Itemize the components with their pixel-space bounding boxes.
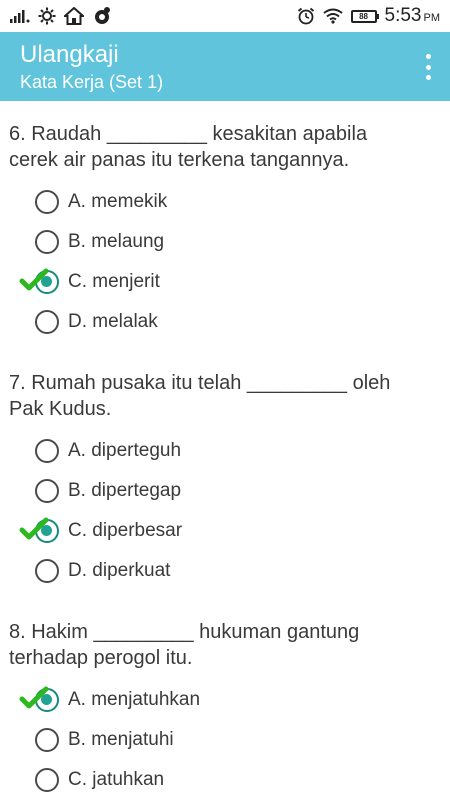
option-q6-a[interactable]: A. memekik bbox=[0, 182, 450, 222]
status-left bbox=[10, 7, 112, 25]
option-q7-d[interactable]: D. diperkuat bbox=[0, 551, 450, 591]
option-q8-a[interactable]: A. menjatuhkan bbox=[0, 680, 450, 720]
question-list[interactable]: 6. Raudah _________ kesakitan apabila ce… bbox=[0, 101, 450, 800]
option-q8-b[interactable]: B. menjatuhi bbox=[0, 720, 450, 760]
radio-button[interactable] bbox=[35, 479, 59, 503]
overflow-dot bbox=[425, 54, 431, 59]
question-8: 8. Hakim _________ hukuman gantung terha… bbox=[0, 619, 450, 671]
question-7: 7. Rumah pusaka itu telah _________ oleh… bbox=[0, 370, 450, 422]
radio-button[interactable] bbox=[35, 230, 59, 254]
battery-level: 88 bbox=[359, 11, 368, 21]
battery-icon: 88 bbox=[350, 9, 379, 23]
radio-button[interactable] bbox=[35, 310, 59, 334]
app-subtitle: Kata Kerja (Set 1) bbox=[20, 72, 164, 92]
radio-button[interactable] bbox=[35, 768, 59, 792]
option-label: C. menjerit bbox=[68, 271, 160, 292]
correct-check-icon bbox=[19, 268, 49, 291]
radio-button[interactable] bbox=[35, 728, 59, 752]
signal-icon bbox=[10, 9, 30, 23]
option-q7-b[interactable]: B. dipertegap bbox=[0, 471, 450, 511]
question-text: 8. Hakim _________ hukuman gantung terha… bbox=[9, 621, 360, 669]
option-q6-b[interactable]: B. melaung bbox=[0, 222, 450, 262]
clock-ampm: PM bbox=[423, 12, 441, 24]
correct-check-icon bbox=[19, 686, 49, 709]
option-q8-c[interactable]: C. jatuhkan bbox=[0, 760, 450, 800]
question-text: 7. Rumah pusaka itu telah _________ oleh… bbox=[9, 372, 391, 420]
radio-button[interactable] bbox=[35, 559, 59, 583]
overflow-dot bbox=[425, 75, 431, 80]
overflow-dot bbox=[425, 64, 431, 70]
option-label: D. melalak bbox=[68, 311, 158, 332]
clock: 5:53 PM bbox=[385, 5, 440, 27]
question-text: 6. Raudah _________ kesakitan apabila ce… bbox=[9, 123, 368, 171]
option-label: A. diperteguh bbox=[68, 440, 182, 461]
option-q6-d[interactable]: D. melalak bbox=[0, 302, 450, 342]
option-label: C. jatuhkan bbox=[68, 769, 165, 790]
correct-check-icon bbox=[19, 517, 49, 540]
home-icon bbox=[64, 7, 84, 25]
clock-time: 5:53 bbox=[384, 5, 422, 26]
badge-icon bbox=[92, 7, 112, 25]
question-6: 6. Raudah _________ kesakitan apabila ce… bbox=[0, 121, 450, 173]
radio-button[interactable] bbox=[35, 439, 59, 463]
option-label: A. menjatuhkan bbox=[68, 689, 201, 710]
option-label: D. diperkuat bbox=[68, 560, 171, 581]
notification-icon bbox=[38, 7, 56, 25]
overflow-menu-icon[interactable] bbox=[424, 54, 432, 80]
option-q7-c[interactable]: C. diperbesar bbox=[0, 511, 450, 551]
option-q6-c[interactable]: C. menjerit bbox=[0, 262, 450, 302]
option-q7-a[interactable]: A. diperteguh bbox=[0, 431, 450, 471]
option-label: C. diperbesar bbox=[68, 520, 183, 541]
app-bar: Ulangkaji Kata Kerja (Set 1) bbox=[0, 32, 450, 101]
alarm-icon bbox=[297, 7, 315, 25]
option-label: B. menjatuhi bbox=[68, 729, 174, 750]
app-title: Ulangkaji bbox=[20, 41, 119, 68]
option-label: B. melaung bbox=[68, 231, 165, 252]
radio-button[interactable] bbox=[35, 190, 59, 214]
option-label: A. memekik bbox=[68, 191, 168, 212]
option-label: B. dipertegap bbox=[68, 480, 182, 501]
status-right: 88 5:53 PM bbox=[297, 5, 440, 27]
status-bar: 88 5:53 PM bbox=[0, 0, 450, 32]
wifi-icon bbox=[322, 8, 343, 24]
